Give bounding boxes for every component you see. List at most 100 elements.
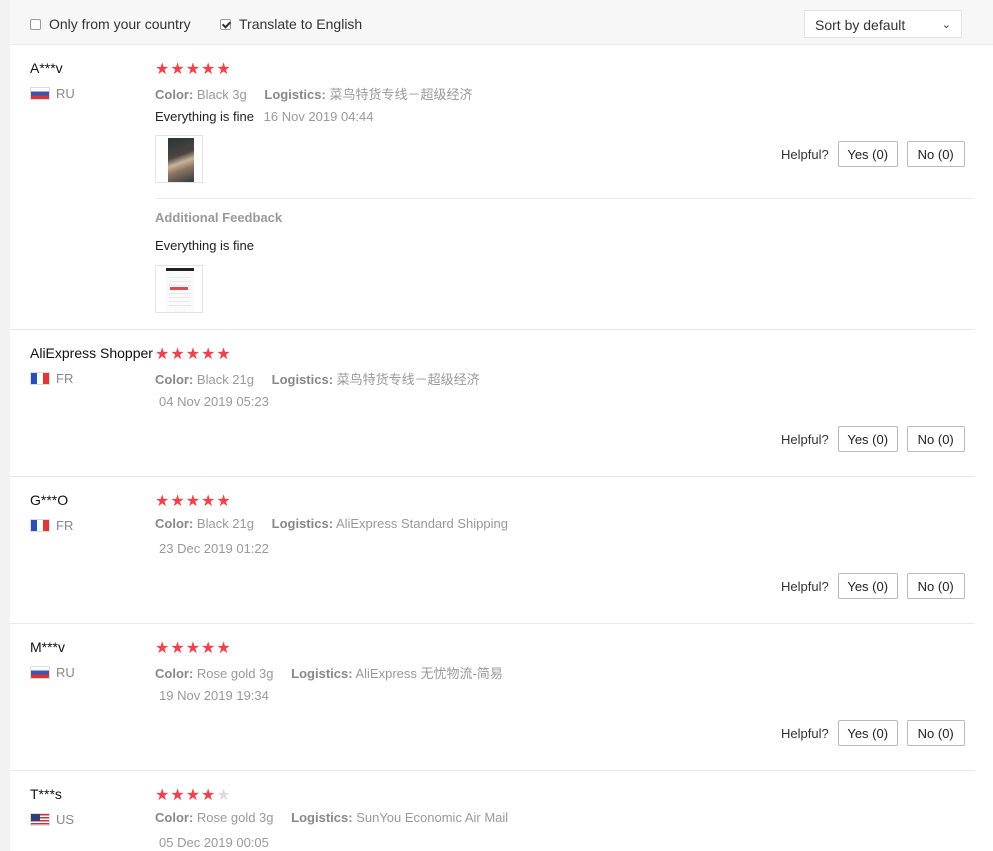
review-date: 16 Nov 2019 04:44	[263, 109, 374, 124]
color-value: Rose gold 3g	[196, 810, 274, 825]
review-text: Everything is fine	[155, 109, 254, 124]
review-date: 04 Nov 2019 05:23	[159, 394, 269, 409]
left-gutter	[0, 0, 10, 851]
logistics-value: AliExpress 无忧物流-简易	[355, 666, 503, 681]
order-info: Color: Rose gold 3g Logistics: AliExpres…	[155, 663, 503, 682]
helpful-yes-button[interactable]: Yes (0)	[837, 141, 898, 167]
color-label: Color:	[155, 666, 194, 681]
star-icon: ★	[201, 61, 217, 78]
translate-filter[interactable]: Translate to English	[220, 16, 362, 32]
star-icon: ★	[170, 640, 186, 657]
review-filter-bar: Only from your country Translate to Engl…	[10, 0, 993, 45]
sort-dropdown[interactable]: Sort by default ⌄	[804, 10, 962, 38]
star-icon: ★	[155, 493, 171, 510]
review-item: T***s US ★★★★★ Color: Rose gold 3g Logis…	[10, 786, 974, 851]
only-from-country-checkbox[interactable]	[30, 18, 41, 30]
color-label: Color:	[155, 516, 194, 531]
star-icon: ★	[185, 640, 202, 657]
star-icon: ★	[170, 787, 186, 804]
star-icon: ★	[170, 61, 186, 78]
translate-checkbox[interactable]	[220, 18, 231, 30]
helpful-label: Helpful?	[781, 146, 829, 162]
logistics-label: Logistics:	[264, 87, 326, 102]
helpful-no-button[interactable]: No (0)	[906, 573, 965, 599]
logistics-value: 菜鸟特货专线－超级经济	[329, 87, 473, 102]
order-info: Color: Black 21g Logistics: AliExpress S…	[155, 516, 508, 531]
helpful-label: Helpful?	[781, 725, 829, 741]
star-empty-icon: ★	[216, 787, 232, 804]
star-icon: ★	[216, 61, 232, 78]
helpful-yes-button[interactable]: Yes (0)	[837, 720, 898, 746]
country-code: FR	[56, 371, 74, 386]
france-flag-icon	[30, 519, 50, 532]
star-icon: ★	[170, 493, 186, 510]
reviewer-country: US	[30, 812, 74, 827]
reviewer-country: RU	[30, 86, 75, 101]
reviewer-name: A***v	[30, 60, 63, 76]
logistics-value: SunYou Economic Air Mail	[356, 810, 509, 825]
star-icon: ★	[216, 346, 232, 363]
color-label: Color:	[155, 810, 194, 825]
france-flag-icon	[30, 372, 50, 385]
review-date: 19 Nov 2019 19:34	[159, 688, 269, 703]
review-item: A***v RU ★★★★★ Color: Black 3g Logistics…	[10, 60, 974, 330]
color-label: Color:	[155, 372, 194, 387]
star-icon: ★	[170, 346, 186, 363]
star-icon: ★	[201, 640, 217, 657]
helpful-label: Helpful?	[781, 578, 829, 594]
review-item: AliExpress Shopper FR ★★★★★ Color: Black…	[10, 345, 974, 477]
helpful-no-button[interactable]: No (0)	[906, 141, 965, 167]
helpful-vote: Helpful? Yes (0) No (0)	[781, 141, 965, 167]
star-icon: ★	[155, 787, 171, 804]
star-icon: ★	[155, 346, 171, 363]
screenshot-image	[166, 268, 194, 312]
star-icon: ★	[216, 640, 232, 657]
star-rating: ★★★★★	[155, 344, 232, 364]
helpful-label: Helpful?	[781, 431, 829, 447]
star-rating: ★★★★★	[155, 785, 232, 805]
additional-feedback-title: Additional Feedback	[155, 210, 283, 225]
reviewer-country: FR	[30, 371, 73, 386]
color-value: Black 21g	[196, 516, 254, 531]
reviewer-name: G***O	[30, 492, 69, 508]
helpful-no-button[interactable]: No (0)	[906, 720, 965, 746]
review-item: M***v RU ★★★★★ Color: Rose gold 3g Logis…	[10, 639, 974, 771]
only-from-country-label: Only from your country	[49, 16, 191, 32]
star-icon: ★	[201, 787, 217, 804]
only-from-country-filter[interactable]: Only from your country	[30, 16, 191, 32]
sort-dropdown-value: Sort by default	[815, 17, 906, 33]
helpful-yes-button[interactable]: Yes (0)	[837, 426, 898, 452]
helpful-vote: Helpful? Yes (0) No (0)	[781, 720, 965, 746]
order-info: Color: Rose gold 3g Logistics: SunYou Ec…	[155, 810, 508, 825]
feedback-divider	[155, 198, 974, 199]
reviewer-country: RU	[30, 665, 75, 680]
reviewer-name: T***s	[30, 786, 62, 802]
review-date: 23 Dec 2019 01:22	[159, 541, 269, 556]
logistics-label: Logistics:	[271, 516, 334, 531]
reviewer-name: M***v	[30, 639, 66, 655]
star-icon: ★	[185, 493, 202, 510]
star-icon: ★	[216, 493, 232, 510]
review-photo-thumbnail[interactable]	[155, 135, 203, 183]
usa-flag-icon	[30, 813, 50, 826]
color-value: Rose gold 3g	[196, 666, 274, 681]
additional-photo-thumbnail[interactable]	[155, 265, 203, 313]
hand-photo-image	[168, 138, 194, 182]
additional-feedback-text: Everything is fine	[155, 238, 254, 253]
star-icon: ★	[185, 346, 202, 363]
review-date: 05 Dec 2019 00:05	[159, 835, 269, 850]
color-label: Color:	[155, 87, 194, 102]
helpful-yes-button[interactable]: Yes (0)	[837, 573, 898, 599]
logistics-label: Logistics:	[271, 372, 334, 387]
color-value: Black 3g	[196, 87, 247, 102]
logistics-value: 菜鸟特货专线－超级经济	[336, 372, 480, 387]
star-icon: ★	[201, 346, 217, 363]
logistics-value: AliExpress Standard Shipping	[335, 516, 508, 531]
russia-flag-icon	[30, 87, 50, 100]
chevron-down-icon: ⌄	[941, 19, 951, 31]
star-icon: ★	[155, 61, 171, 78]
reviewer-name: AliExpress Shopper	[30, 345, 153, 361]
review-text-row: Everything is fine 16 Nov 2019 04:44	[155, 109, 374, 124]
country-code: RU	[56, 665, 75, 680]
helpful-no-button[interactable]: No (0)	[906, 426, 965, 452]
